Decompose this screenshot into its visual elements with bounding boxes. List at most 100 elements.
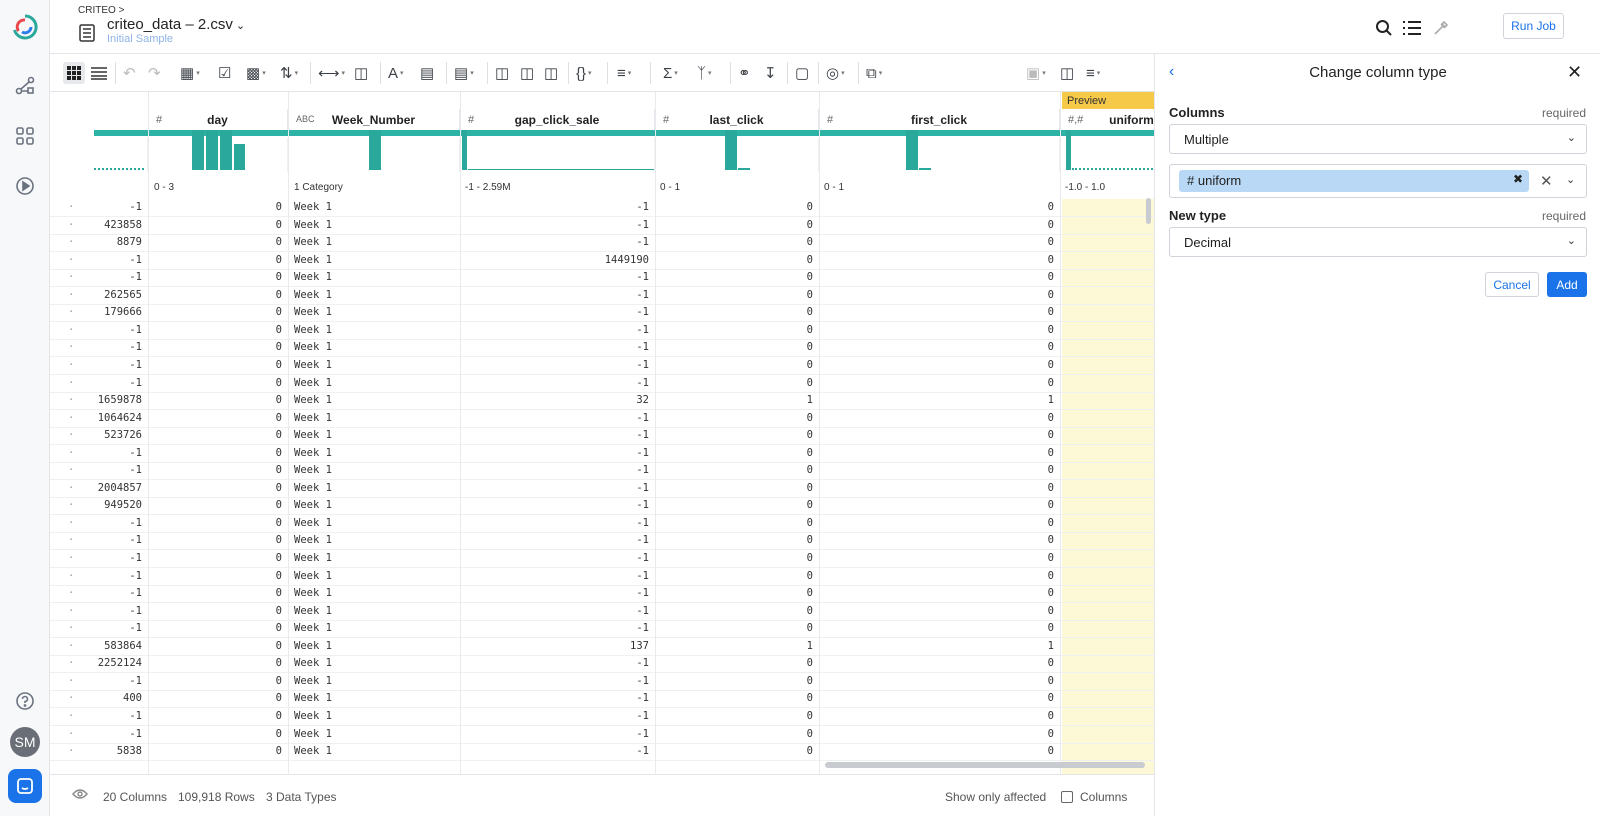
table-row[interactable]: ·88790Week 1-100-1 xyxy=(50,234,1154,253)
table-cell[interactable]: 0 xyxy=(655,657,813,671)
table-cell[interactable]: -1 xyxy=(460,341,649,355)
table-cell[interactable]: -1 xyxy=(460,657,649,671)
number-type-icon[interactable]: # xyxy=(663,114,669,126)
table-cell[interactable]: Week 1 xyxy=(294,657,454,671)
table-cell[interactable]: 949520 xyxy=(94,499,142,513)
table-cell[interactable]: Week 1 xyxy=(294,482,454,496)
column-name[interactable]: first_click xyxy=(911,113,967,127)
table-cell[interactable]: Week 1 xyxy=(294,429,454,443)
redo-icon[interactable]: ↷ xyxy=(148,62,161,84)
column-header-uniform[interactable]: #,# uniform xyxy=(1060,109,1154,130)
table-cell[interactable]: 0 xyxy=(655,429,813,443)
table-cell[interactable]: -1 xyxy=(1060,324,1154,338)
table-cell[interactable]: Week 1 xyxy=(294,236,454,250)
table-cell[interactable]: -1 xyxy=(460,710,649,724)
table-cell[interactable]: 0 xyxy=(148,271,282,285)
table-row[interactable]: ·-10Week 1-100-1 xyxy=(50,199,1154,217)
checklist-icon[interactable]: ☑ xyxy=(218,62,233,84)
table-cell[interactable]: 1659878 xyxy=(94,394,142,408)
table-cell[interactable]: Week 1 xyxy=(294,219,454,233)
table-cell[interactable]: 0 xyxy=(148,657,282,671)
column-header-first-click[interactable]: # first_click xyxy=(819,109,1060,130)
rename-column-icon[interactable]: ▦ ▾ xyxy=(180,62,200,84)
close-icon[interactable]: ✕ xyxy=(1567,62,1582,83)
table-cell[interactable]: 0 xyxy=(655,271,813,285)
table-cell[interactable]: -1 xyxy=(1060,359,1154,373)
show-affected-toggle[interactable]: Show only affected xyxy=(945,790,1046,804)
column-histogram[interactable] xyxy=(288,130,460,172)
table-cell[interactable]: 0 xyxy=(819,219,1054,233)
table-cell[interactable]: Week 1 xyxy=(294,745,454,759)
table-cell[interactable]: Week 1 xyxy=(294,605,454,619)
table-cell[interactable]: -1 xyxy=(460,306,649,320)
table-cell[interactable]: 0 xyxy=(819,447,1054,461)
table-cell[interactable]: Week 1 xyxy=(294,587,454,601)
table-row[interactable]: ·4000Week 1-100-1 xyxy=(50,690,1154,709)
table-cell[interactable]: 0 xyxy=(655,306,813,320)
table-cell[interactable]: 0 xyxy=(655,534,813,548)
column-selector[interactable]: # uniform ✖ ✕ ⌄ xyxy=(1169,164,1587,198)
table-cell[interactable]: -1 xyxy=(1060,587,1154,601)
table-cell[interactable]: -1 xyxy=(460,201,649,215)
table-cell[interactable]: Week 1 xyxy=(294,534,454,548)
table-cell[interactable]: -1 xyxy=(1060,341,1154,355)
table-cell[interactable]: 523726 xyxy=(94,429,142,443)
table-cell[interactable]: Week 1 xyxy=(294,394,454,408)
table-cell[interactable]: 0 xyxy=(819,728,1054,742)
table-cell[interactable]: 0 xyxy=(819,271,1054,285)
table-cell[interactable]: 0 xyxy=(819,570,1054,584)
table-row[interactable]: ·-10Week 1-100-1 xyxy=(50,445,1154,463)
table-cell[interactable]: -1 xyxy=(1060,657,1154,671)
table-cell[interactable]: -1 xyxy=(1060,499,1154,513)
clear-icon[interactable]: ✕ xyxy=(1540,172,1553,190)
table-row[interactable]: ·-10Week 1-100-1 xyxy=(50,462,1154,481)
table-cell[interactable]: -1 xyxy=(460,359,649,373)
table-cell[interactable]: -1 xyxy=(460,499,649,513)
table-cell[interactable]: 0 xyxy=(655,710,813,724)
table-cell[interactable]: 0 xyxy=(819,552,1054,566)
columns-checkbox[interactable] xyxy=(1061,791,1073,803)
table-cell[interactable]: -1 xyxy=(1060,710,1154,724)
table-cell[interactable]: 0 xyxy=(148,499,282,513)
table-cell[interactable]: 0 xyxy=(655,745,813,759)
table-cell[interactable]: -1 xyxy=(94,587,142,601)
table-cell[interactable]: -1 xyxy=(94,728,142,742)
table-row[interactable]: ·4238580Week 1-100-1 xyxy=(50,217,1154,235)
breadcrumb-label[interactable]: CRITEO xyxy=(78,5,116,16)
table-cell[interactable]: -1 xyxy=(460,552,649,566)
table-cell[interactable]: 8879 xyxy=(94,236,142,250)
table-cell[interactable]: 0 xyxy=(655,412,813,426)
table-row[interactable]: ·-10Week 1-100-1 xyxy=(50,585,1154,604)
table-cell[interactable]: 0 xyxy=(655,254,813,268)
table-cell[interactable]: 1 xyxy=(655,394,813,408)
jobs-icon[interactable] xyxy=(10,171,40,201)
table-cell[interactable]: -1 xyxy=(94,324,142,338)
table-cell[interactable]: -1 xyxy=(1060,447,1154,461)
row-icon[interactable]: ▤ ▾ xyxy=(454,62,474,84)
table-cell[interactable]: -1 xyxy=(1060,745,1154,759)
table-cell[interactable]: 0 xyxy=(819,377,1054,391)
table-cell[interactable]: 0 xyxy=(148,570,282,584)
branch-icon[interactable]: ᛉ ▾ xyxy=(697,62,712,84)
merge-icon[interactable]: ◫ xyxy=(354,62,368,84)
table-cell[interactable]: -1 xyxy=(94,271,142,285)
table-cell[interactable]: 0 xyxy=(819,482,1054,496)
table-cell[interactable]: Week 1 xyxy=(294,341,454,355)
column-histogram[interactable] xyxy=(148,130,288,172)
table-cell[interactable]: 0 xyxy=(819,289,1054,303)
table-cell[interactable]: 0 xyxy=(148,236,282,250)
column-histogram[interactable] xyxy=(94,138,148,172)
table-cell[interactable]: 0 xyxy=(655,464,813,478)
table-cell[interactable]: -1 xyxy=(460,289,649,303)
column-list-icon[interactable] xyxy=(1401,17,1423,39)
table-cell[interactable]: 0 xyxy=(655,359,813,373)
table-cell[interactable]: Week 1 xyxy=(294,499,454,513)
table-cell[interactable]: Week 1 xyxy=(294,464,454,478)
table-cell[interactable]: 0 xyxy=(655,236,813,250)
table-row[interactable]: ·22521240Week 1-100-1 xyxy=(50,655,1154,674)
column-histogram[interactable] xyxy=(1060,130,1154,172)
table-cell[interactable]: 0 xyxy=(148,377,282,391)
table-cell[interactable]: -1 xyxy=(94,552,142,566)
number-type-icon[interactable]: # xyxy=(827,114,833,126)
union-icon[interactable]: ↧ xyxy=(764,62,777,84)
